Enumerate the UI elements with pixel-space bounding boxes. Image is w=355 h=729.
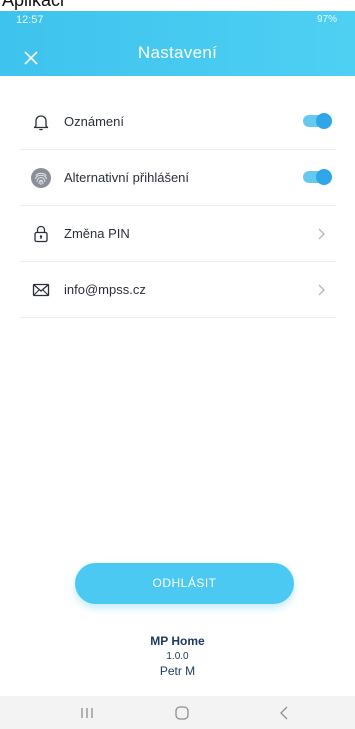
- fingerprint-icon: [30, 167, 52, 189]
- home-button[interactable]: [167, 702, 197, 724]
- status-time: 12:57: [16, 14, 44, 26]
- battery-percent: 97%: [316, 14, 337, 25]
- settings-list: Oznámení Alternativní přihlášení Změna P…: [20, 94, 335, 318]
- alt-login-toggle[interactable]: [303, 169, 332, 185]
- chevron-right-icon: [315, 226, 327, 240]
- recent-apps-icon: [81, 708, 93, 718]
- settings-item-email[interactable]: info@mpss.cz: [20, 262, 335, 318]
- settings-item-alt-login[interactable]: Alternativní přihlášení: [20, 150, 335, 206]
- app-name: MP Home: [150, 634, 205, 648]
- mail-icon: [30, 279, 52, 301]
- settings-item-label: Oznámení: [64, 114, 124, 129]
- cutoff-text: Aplikaci: [2, 0, 65, 10]
- home-icon: [175, 706, 189, 720]
- notifications-toggle[interactable]: [303, 113, 332, 129]
- toggle-knob: [316, 169, 332, 185]
- settings-item-change-pin[interactable]: Změna PIN: [20, 206, 335, 262]
- header-bar: 12:57 97% Nastavení: [0, 11, 355, 76]
- settings-item-label: Změna PIN: [64, 226, 130, 241]
- toggle-knob: [316, 113, 332, 129]
- user-name: Petr M: [159, 664, 196, 678]
- settings-item-label: info@mpss.cz: [64, 282, 146, 297]
- android-navigation-bar: [0, 696, 355, 729]
- back-button[interactable]: [270, 702, 300, 724]
- lock-icon: [30, 223, 52, 245]
- recent-apps-button[interactable]: [72, 702, 102, 724]
- page-title: Nastavení: [137, 43, 218, 62]
- logout-button[interactable]: ODHLÁSIT: [75, 563, 294, 604]
- chevron-right-icon: [315, 282, 327, 296]
- settings-item-notifications[interactable]: Oznámení: [20, 94, 335, 150]
- back-icon: [280, 706, 288, 720]
- top-cutoff-strip: Aplikaci: [0, 0, 355, 11]
- app-version: 1.0.0: [166, 651, 189, 662]
- bell-icon: [30, 111, 52, 133]
- status-indicators: 97%: [317, 14, 337, 25]
- settings-item-label: Alternativní přihlášení: [64, 170, 190, 185]
